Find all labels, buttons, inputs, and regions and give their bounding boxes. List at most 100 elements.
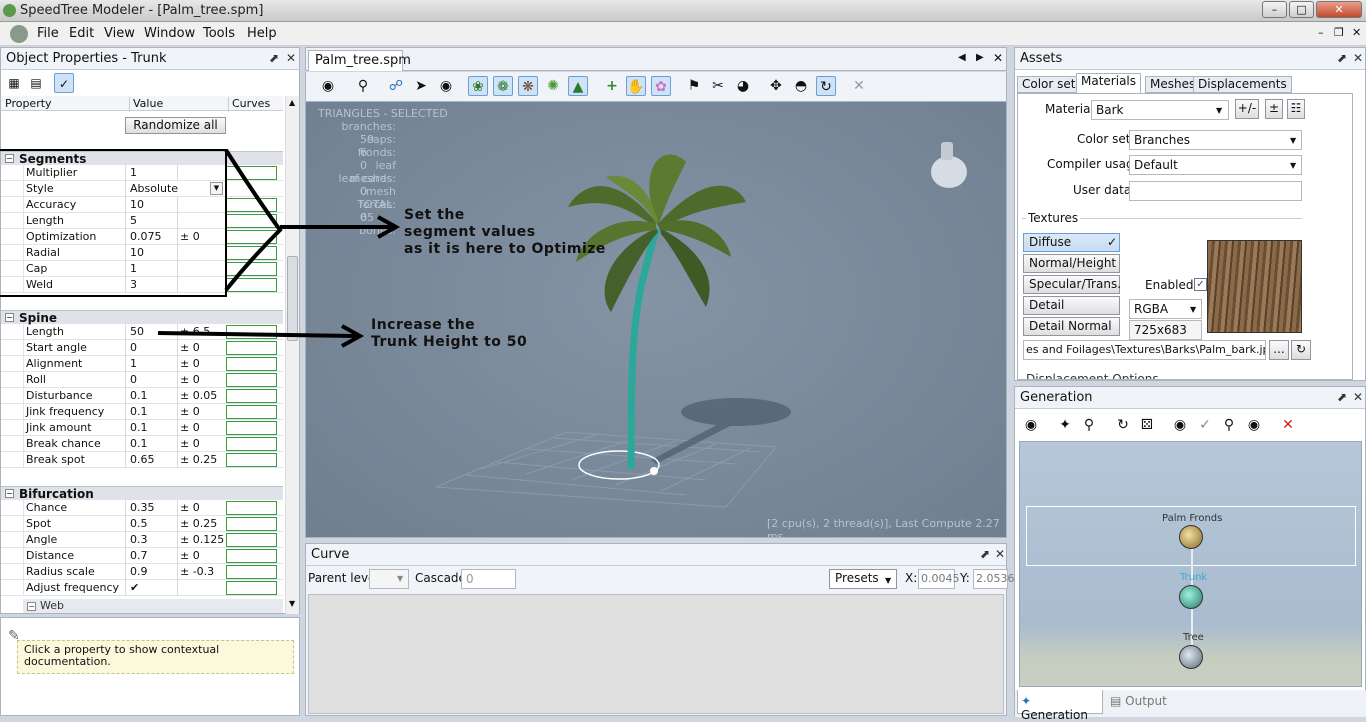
chevron-down-icon: ▼	[1190, 305, 1197, 314]
tab-output[interactable]: ▤ Output	[1107, 690, 1179, 714]
assets-header: Assets ⬈ ✕	[1015, 48, 1365, 70]
annotation-line: Trunk Height to 50	[371, 334, 528, 350]
compiler-usage-select[interactable]: Default ▼	[1129, 155, 1302, 175]
add-generator-icon[interactable]: ◉	[1021, 415, 1041, 435]
y-input[interactable]: 2.0536	[973, 569, 1015, 589]
node-palm-fronds-label: Palm Fronds	[1162, 513, 1223, 524]
tab-meshes[interactable]: Meshes	[1145, 76, 1201, 93]
user-data-input[interactable]	[1129, 181, 1302, 201]
texture-detail-button[interactable]: Detail	[1023, 296, 1120, 315]
bark-texture-preview	[1207, 240, 1302, 333]
browse-button[interactable]: ...	[1269, 340, 1289, 360]
close-icon[interactable]: ✕	[1353, 51, 1363, 65]
tab-label: Generation	[1021, 708, 1088, 722]
pin-icon[interactable]: ⬈	[1337, 390, 1347, 404]
annotation-line: Increase the	[371, 317, 476, 333]
material-plusminus-button[interactable]: +/-	[1235, 99, 1259, 119]
texture-path-input[interactable]: es and Foilages\Textures\Barks\Palm_bark…	[1023, 340, 1266, 360]
node-tree[interactable]	[1179, 645, 1203, 669]
annotation-segments: Set the segment values as it is here to …	[404, 207, 606, 258]
material-value: Bark	[1096, 103, 1124, 117]
chevron-down-icon: ▼	[1290, 136, 1297, 145]
generation-panel: Generation ⬈ ✕ ◉ ✦ ⚲ ↻ ⚄ ◉ ✓ ⚲ ◉ ✕ Palm …	[1014, 386, 1366, 722]
add-material-icon[interactable]: ±	[1265, 99, 1283, 119]
check-icon[interactable]: ✓	[1195, 415, 1215, 435]
lock-icon[interactable]: ⚲	[1219, 415, 1239, 435]
cascade-input[interactable]: 0	[461, 569, 516, 589]
texture-specular-button[interactable]: Specular/Trans.	[1023, 275, 1121, 294]
reload-icon[interactable]: ↻	[1291, 340, 1311, 360]
curve-header: Curve ⬈ ✕	[306, 544, 1006, 566]
color-set-value: Branches	[1134, 133, 1190, 147]
cascade-value: 0	[466, 572, 474, 586]
annotation-spine: Increase the Trunk Height to 50	[371, 317, 527, 351]
panel-title: Generation	[1020, 390, 1093, 405]
pin-icon[interactable]: ⬈	[980, 547, 990, 561]
pin-icon[interactable]: ⬈	[1337, 51, 1347, 65]
panel-title: Assets	[1020, 51, 1063, 66]
annotation-line: segment values	[404, 224, 536, 240]
annotation-line: Set the	[404, 207, 465, 223]
x-value: 0.0045	[921, 572, 960, 585]
textures-label: Textures	[1026, 211, 1081, 225]
camera-icon[interactable]: ◉	[1244, 415, 1264, 435]
generation-graph[interactable]: Palm Fronds Trunk Tree	[1019, 441, 1362, 687]
compiler-usage-value: Default	[1134, 158, 1178, 172]
assets-panel: Assets ⬈ ✕ Color sets Materials Meshes D…	[1014, 47, 1366, 381]
y-label: Y:	[960, 571, 970, 585]
zoom-icon[interactable]: ⚲	[1079, 415, 1099, 435]
diffuse-check-icon: ✓	[1107, 235, 1118, 249]
panel-title: Curve	[311, 547, 350, 562]
tab-label: Output	[1125, 694, 1167, 708]
generation-bottom-tabs: ✦ Generation ▤ Output	[1015, 690, 1366, 722]
node-trunk[interactable]	[1179, 585, 1203, 609]
chevron-down-icon: ▼	[885, 576, 892, 585]
annotation-line: as it is here to Optimize	[404, 241, 606, 257]
color-set-select[interactable]: Branches ▼	[1129, 130, 1302, 150]
refresh-icon[interactable]: ↻	[1113, 415, 1133, 435]
tab-displacements[interactable]: Displacements	[1193, 76, 1292, 93]
generation-toolbar: ◉ ✦ ⚲ ↻ ⚄ ◉ ✓ ⚲ ◉ ✕	[1015, 413, 1366, 439]
enabled-label: Enabled	[1145, 278, 1194, 292]
material-label: Material	[1045, 102, 1094, 116]
path-value: es and Foilages\Textures\Barks\Palm_bark…	[1026, 343, 1266, 356]
segment-bracket	[224, 148, 283, 292]
chevron-down-icon: ▼	[1216, 106, 1223, 115]
texture-normal-button[interactable]: Normal/Height	[1023, 254, 1120, 273]
y-value: 2.0536	[976, 572, 1015, 585]
generation-tab-icon: ✦	[1021, 694, 1032, 708]
enabled-checkbox[interactable]: ✓	[1194, 278, 1207, 291]
node-palm-fronds[interactable]	[1179, 525, 1203, 549]
presets-label: Presets	[835, 571, 879, 585]
texture-detail-normal-button[interactable]: Detail Normal	[1023, 317, 1120, 336]
curve-panel: Curve ⬈ ✕ Parent level: ▼ Cascade: 0 Pre…	[305, 543, 1015, 716]
close-icon[interactable]: ✕	[995, 547, 1005, 561]
chevron-down-icon: ▼	[397, 574, 404, 583]
curve-canvas[interactable]	[308, 594, 1004, 714]
color-set-label: Color set	[1077, 132, 1131, 146]
button-label: Diffuse	[1029, 235, 1072, 249]
displacement-options-label: Displacement Options	[1026, 372, 1159, 380]
parent-level-select[interactable]: ▼	[369, 569, 409, 589]
delete-icon[interactable]: ✕	[1278, 415, 1298, 435]
tab-materials[interactable]: Materials	[1076, 73, 1142, 94]
node-tree-label: Tree	[1183, 632, 1204, 643]
x-input[interactable]: 0.0045	[918, 569, 960, 589]
presets-select[interactable]: Presets ▼	[829, 569, 897, 589]
texture-diffuse-button[interactable]: Diffuse ✓	[1023, 233, 1120, 252]
generation-header: Generation ⬈ ✕	[1015, 387, 1365, 409]
dice-icon[interactable]: ⚄	[1137, 415, 1157, 435]
chevron-down-icon: ▼	[1290, 161, 1297, 170]
format-value: RGBA	[1134, 302, 1169, 316]
x-label: X:	[905, 571, 918, 585]
tab-generation[interactable]: ✦ Generation	[1017, 690, 1103, 722]
format-select[interactable]: RGBA ▼	[1129, 299, 1202, 319]
size-value: 725x683	[1134, 323, 1187, 337]
clipboard-icon[interactable]: ☷	[1287, 99, 1305, 119]
close-icon[interactable]: ✕	[1353, 390, 1363, 404]
spine-arrow-icon	[157, 331, 357, 338]
output-tab-icon: ▤	[1110, 694, 1122, 708]
material-select[interactable]: Bark ▼	[1091, 100, 1229, 120]
fork-icon[interactable]: ✦	[1055, 415, 1075, 435]
eye-icon[interactable]: ◉	[1170, 415, 1190, 435]
